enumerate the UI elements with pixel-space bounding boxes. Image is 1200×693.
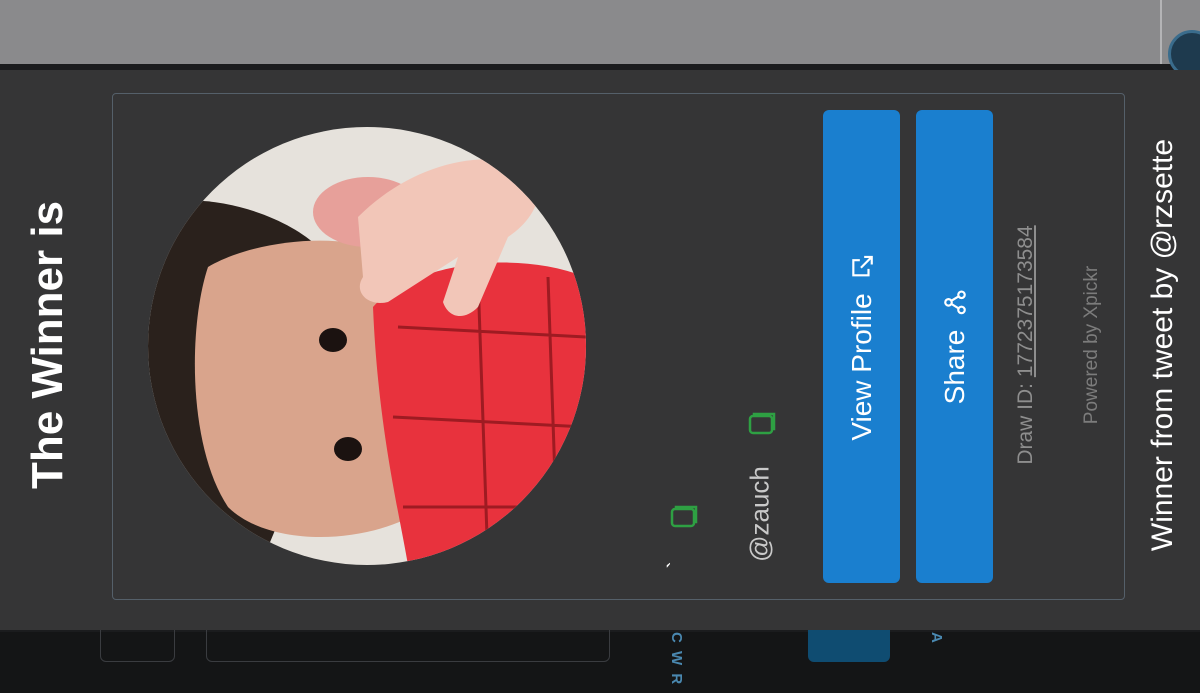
draw-id-link[interactable]: 1772375173584 [1014,225,1037,377]
copy-name-icon[interactable] [670,505,698,534]
share-button[interactable]: Share [916,110,993,583]
background-text-right: A [928,632,945,645]
background-text: C W R [668,632,685,687]
winner-handle: @zauch [744,466,775,562]
view-profile-button[interactable]: View Profile [823,110,900,583]
copy-icon [670,505,698,528]
avatar-photo [148,127,586,565]
winner-avatar[interactable] [148,127,586,565]
view-profile-label: View Profile [845,292,877,441]
winner-name: ` [663,561,688,569]
external-link-icon [851,255,873,276]
background-header [0,0,1200,64]
share-label: Share [938,329,970,404]
draw-id: Draw ID: 1772375173584 [1014,225,1038,464]
share-icon [943,290,966,315]
tweet-caption: Winner from tweet by @rzsette [1146,138,1179,552]
powered-by: Powered by Xpickr [1081,265,1102,425]
modal-title: The Winner is [23,200,72,490]
background-divider [1160,0,1162,64]
copy-handle-icon[interactable] [748,412,776,441]
copy-icon [748,412,776,435]
draw-id-label: Draw ID: [1014,377,1037,465]
